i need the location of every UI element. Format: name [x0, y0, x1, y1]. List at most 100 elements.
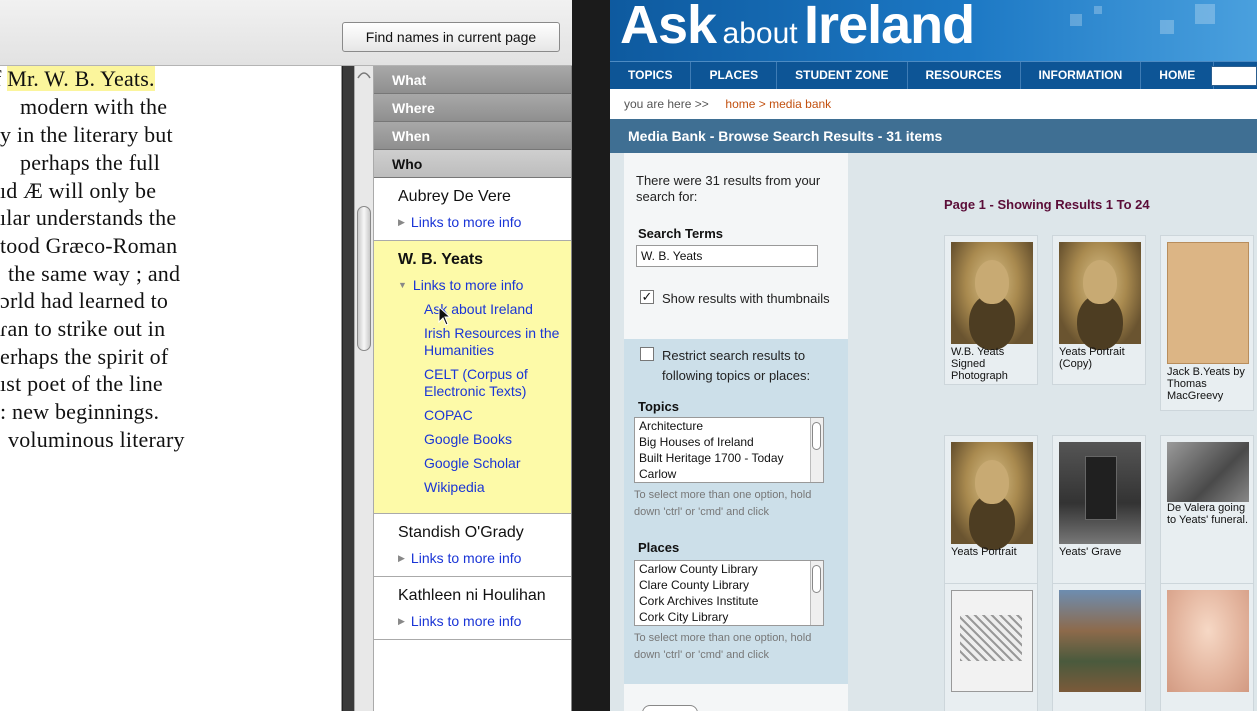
site-logo[interactable]: Ask about Ireland: [620, 0, 975, 56]
result-item[interactable]: [944, 583, 1038, 711]
breadcrumb-separator: >: [758, 97, 766, 111]
places-listbox[interactable]: Carlow County Library Clare County Libra…: [634, 560, 824, 626]
more-info-link[interactable]: ▶ Links to more info: [398, 613, 571, 629]
result-item[interactable]: Jack B.Yeats by Thomas MacGreevy: [1160, 235, 1254, 411]
logo-ask: Ask: [620, 0, 717, 55]
sublink-wikipedia[interactable]: Wikipedia: [424, 479, 571, 496]
window-divider: [572, 0, 610, 711]
result-item[interactable]: Yeats Portrait: [944, 435, 1038, 585]
topic-option[interactable]: Built Heritage 1700 - Today: [639, 450, 823, 466]
result-thumbnail[interactable]: [951, 242, 1033, 344]
nav-home[interactable]: HOME: [1141, 62, 1215, 89]
result-caption[interactable]: Yeats Portrait (Copy): [1059, 346, 1145, 370]
name-title: W. B. Yeats: [398, 251, 484, 268]
result-caption[interactable]: Jack B.Yeats by Thomas MacGreevy: [1167, 366, 1253, 402]
result-thumbnail[interactable]: [1059, 590, 1141, 692]
place-option[interactable]: Clare County Library: [639, 577, 823, 593]
name-entry: Kathleen ni Houlihan ▶ Links to more info: [374, 577, 571, 640]
listbox-scrollbar[interactable]: [810, 418, 823, 482]
banner-decoration: [1195, 4, 1215, 24]
site-nav: TOPICS PLACES STUDENT ZONE RESOURCES INF…: [610, 61, 1257, 89]
facet-when[interactable]: When: [374, 122, 571, 150]
search-terms-label: Search Terms: [638, 226, 724, 241]
highlighted-name[interactable]: Mr. W. B. Yeats.: [7, 66, 155, 91]
place-option[interactable]: Cork Archives Institute: [639, 593, 823, 609]
banner-decoration: [1070, 14, 1082, 26]
result-item[interactable]: [1052, 583, 1146, 711]
name-title: Standish O'Grady: [398, 524, 524, 541]
place-option[interactable]: Carlow County Library: [639, 561, 823, 577]
sublink-google-books[interactable]: Google Books: [424, 431, 571, 448]
topic-option[interactable]: Carlow: [639, 466, 823, 482]
name-title: Aubrey De Vere: [398, 188, 511, 205]
name-entry: Aubrey De Vere ▶ Links to more info: [374, 178, 571, 241]
result-thumbnail[interactable]: [1167, 590, 1249, 692]
topic-option[interactable]: Big Houses of Ireland: [639, 434, 823, 450]
result-item[interactable]: Yeats Portrait (Copy): [1052, 235, 1146, 385]
topics-label: Topics: [638, 399, 679, 414]
breadcrumb-current[interactable]: media bank: [769, 97, 831, 111]
result-item[interactable]: W.B. Yeats Signed Photograph: [944, 235, 1038, 385]
document-text: f Mr. W. B. Yeats. modern with the y in …: [0, 66, 341, 711]
result-thumbnail[interactable]: [951, 590, 1033, 692]
facet-where[interactable]: Where: [374, 94, 571, 122]
nav-places[interactable]: PLACES: [691, 62, 778, 89]
facet-who[interactable]: Who: [374, 150, 571, 178]
banner-decoration: [1160, 20, 1174, 34]
sublink-google-scholar[interactable]: Google Scholar: [424, 455, 571, 472]
listbox-scroll-thumb[interactable]: [812, 565, 821, 593]
topics-listbox[interactable]: Architecture Big Houses of Ireland Built…: [634, 417, 824, 483]
mouse-cursor-icon: [438, 306, 452, 326]
more-info-link[interactable]: ▼ Links to more info: [398, 277, 571, 293]
topic-option[interactable]: Architecture: [639, 418, 823, 434]
site-search-input[interactable]: [1211, 66, 1257, 86]
result-caption[interactable]: Yeats' Grave: [1059, 546, 1145, 558]
result-thumbnail[interactable]: [1167, 242, 1249, 364]
result-item[interactable]: Yeats' Grave: [1052, 435, 1146, 585]
breadcrumb-prefix: you are here >>: [624, 97, 709, 111]
scroll-up-icon[interactable]: [355, 66, 373, 84]
breadcrumb-home[interactable]: home: [725, 97, 755, 111]
more-info-link[interactable]: ▶ Links to more info: [398, 550, 571, 566]
document-line: ıd Æ will only be: [0, 178, 157, 203]
result-caption[interactable]: De Valera going to Yeats' funeral.: [1167, 502, 1253, 526]
search-terms-input[interactable]: W. B. Yeats: [636, 245, 818, 267]
document-line: ɾan to strike out in: [0, 316, 166, 341]
result-thumbnail[interactable]: [1059, 442, 1141, 544]
listbox-scrollbar[interactable]: [810, 561, 823, 625]
result-thumbnail[interactable]: [1059, 242, 1141, 344]
result-thumbnail[interactable]: [951, 442, 1033, 544]
document-line: the same way ; and: [8, 261, 181, 286]
result-caption[interactable]: W.B. Yeats Signed Photograph: [951, 346, 1037, 382]
nav-resources[interactable]: RESOURCES: [908, 62, 1021, 89]
show-thumbnails-checkbox[interactable]: ✓: [640, 290, 654, 304]
facet-what[interactable]: What: [374, 66, 571, 94]
sublink-celt[interactable]: CELT (Corpus of Electronic Texts): [424, 366, 571, 400]
nav-student-zone[interactable]: STUDENT ZONE: [777, 62, 908, 89]
listbox-scroll-thumb[interactable]: [812, 422, 821, 450]
restrict-checkbox[interactable]: [640, 347, 654, 361]
search-submit-button[interactable]: [642, 705, 698, 711]
result-item[interactable]: [1160, 583, 1254, 711]
more-info-link[interactable]: ▶ Links to more info: [398, 214, 571, 230]
document-line: y in the literary but: [0, 122, 173, 147]
find-names-button[interactable]: Find names in current page: [342, 22, 560, 52]
sublink-copac[interactable]: COPAC: [424, 407, 571, 424]
document-line: modern with the: [20, 94, 168, 119]
result-caption[interactable]: Yeats Portrait: [951, 546, 1037, 558]
result-thumbnail[interactable]: [1167, 442, 1249, 502]
result-item[interactable]: De Valera going to Yeats' funeral.: [1160, 435, 1254, 585]
document-scrollbar[interactable]: [354, 66, 374, 711]
document-line: tood Græco-Roman: [0, 233, 178, 258]
sublink-irish-resources[interactable]: Irish Resources in the Humanities: [424, 325, 571, 359]
name-entry: Standish O'Grady ▶ Links to more info: [374, 514, 571, 577]
document-line: perhaps the full: [20, 150, 161, 175]
nav-information[interactable]: INFORMATION: [1021, 62, 1142, 89]
place-option[interactable]: Cork City Library: [639, 609, 823, 625]
search-options-panel: There were 31 results from your search f…: [624, 153, 848, 711]
document-line: : new beginnings.: [0, 399, 160, 424]
triangle-down-icon: ▼: [398, 280, 407, 290]
document-line: voluminous literary: [8, 427, 185, 452]
nav-topics[interactable]: TOPICS: [610, 62, 692, 89]
scroll-thumb[interactable]: [357, 206, 371, 351]
